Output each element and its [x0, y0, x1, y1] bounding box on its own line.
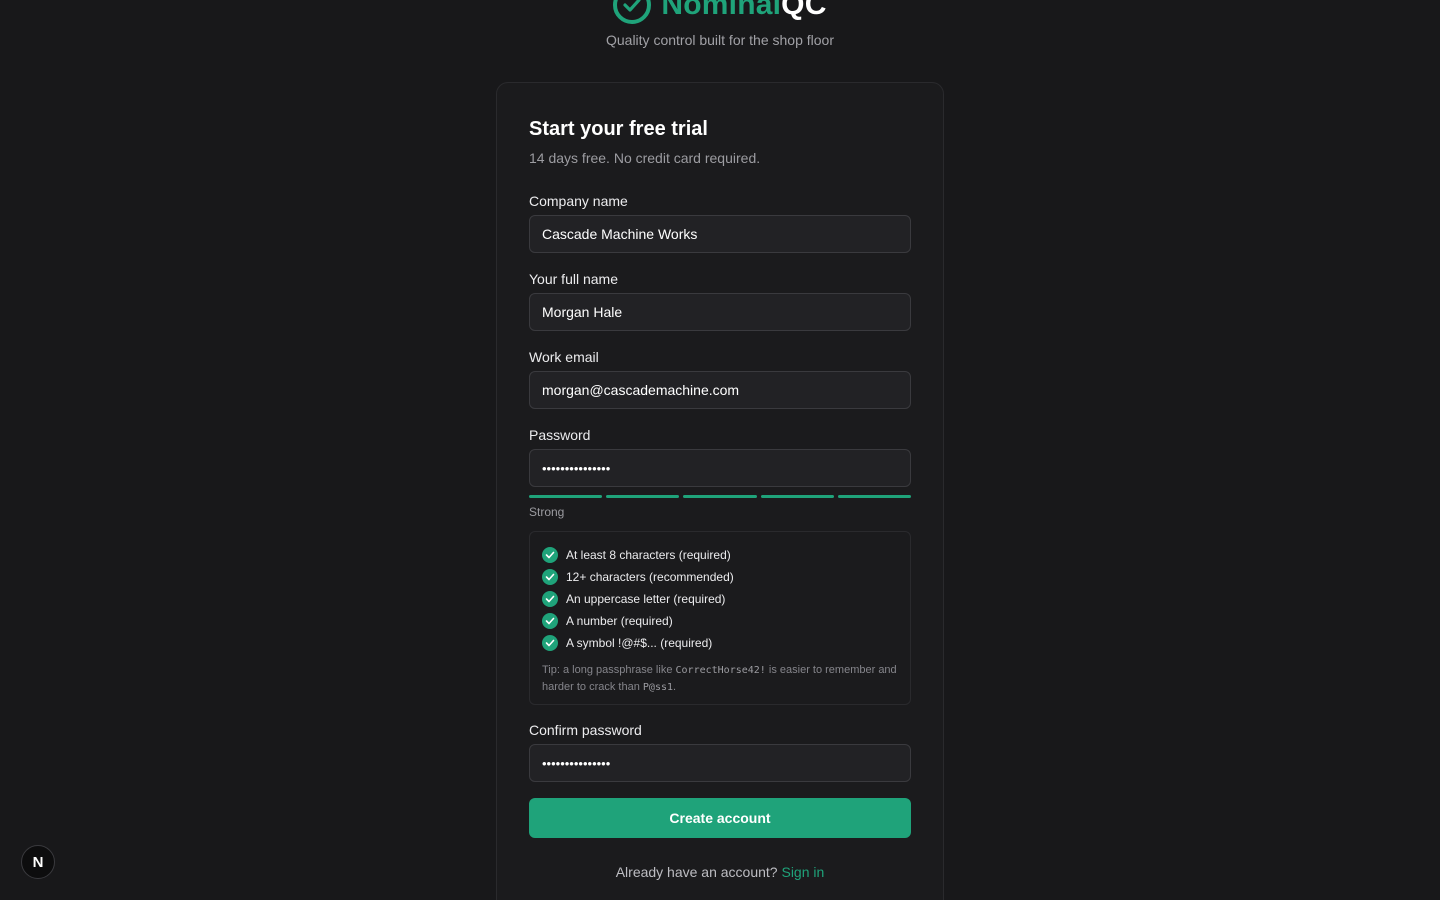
password-input[interactable] — [529, 449, 911, 487]
company-name-label: Company name — [529, 193, 628, 209]
check-icon — [542, 613, 558, 629]
tagline: Quality control built for the shop floor — [605, 32, 834, 48]
requirement-text: 12+ characters (recommended) — [566, 570, 734, 584]
strength-segment — [606, 495, 680, 498]
requirement-text: An uppercase letter (required) — [566, 592, 726, 606]
strength-segment — [683, 495, 757, 498]
brand-name-accent: Nominal — [661, 0, 782, 21]
signin-link[interactable]: Sign in — [781, 864, 824, 880]
check-icon — [542, 547, 558, 563]
requirement-item: At least 8 characters (required) — [542, 544, 898, 566]
tip-example-good: CorrectHorse42! — [675, 665, 766, 676]
work-email-label: Work email — [529, 349, 599, 365]
check-circle-icon — [613, 0, 652, 24]
full-name-label: Your full name — [529, 271, 618, 287]
requirement-item: 12+ characters (recommended) — [542, 566, 898, 588]
signup-card: Start your free trial 14 days free. No c… — [496, 82, 944, 900]
full-name-input[interactable] — [529, 293, 911, 331]
form-title: Start your free trial — [529, 118, 708, 140]
strength-segment — [837, 495, 912, 498]
strength-segment — [529, 495, 603, 498]
tip-suffix: . — [673, 681, 677, 693]
requirement-item: An uppercase letter (required) — [542, 588, 898, 610]
password-label: Password — [529, 427, 591, 443]
brand-name: NominalQC — [661, 0, 826, 23]
confirm-password-input[interactable] — [529, 744, 911, 782]
tip-prefix: Tip: a long passphrase like — [542, 664, 673, 676]
password-requirements: At least 8 characters (required) 12+ char… — [529, 531, 911, 705]
brand-header: NominalQC — [0, 0, 1440, 24]
requirement-text: A number (required) — [566, 614, 673, 628]
requirements-list: At least 8 characters (required) 12+ char… — [542, 544, 898, 654]
company-name-input[interactable] — [529, 215, 911, 253]
confirm-password-label: Confirm password — [529, 722, 642, 738]
check-icon — [542, 591, 558, 607]
password-strength-meter — [529, 495, 912, 499]
tip-example-bad: P@ss1 — [642, 682, 674, 693]
requirement-item: A number (required) — [542, 610, 898, 632]
strength-segment — [760, 495, 834, 498]
requirement-text: At least 8 characters (required) — [566, 548, 731, 562]
requirement-text: A symbol !@#$... (required) — [566, 636, 713, 650]
dev-tools-badge[interactable]: N — [21, 845, 55, 879]
work-email-input[interactable] — [529, 371, 911, 409]
brand-name-rest: QC — [781, 0, 827, 21]
check-icon — [542, 635, 558, 651]
password-tip: Tip: a long passphrase like CorrectHorse… — [542, 662, 898, 696]
signup-page: NominalQC Quality control built for the … — [0, 0, 1440, 900]
password-strength-label: Strong — [529, 505, 565, 519]
signin-prompt: Already have an account? — [615, 864, 778, 880]
form-subtitle: 14 days free. No credit card required. — [529, 150, 761, 166]
requirement-item: A symbol !@#$... (required) — [542, 632, 898, 654]
create-account-button[interactable]: Create account — [529, 798, 911, 838]
signin-row: Already have an account? Sign in — [497, 864, 943, 880]
check-icon — [542, 569, 558, 585]
